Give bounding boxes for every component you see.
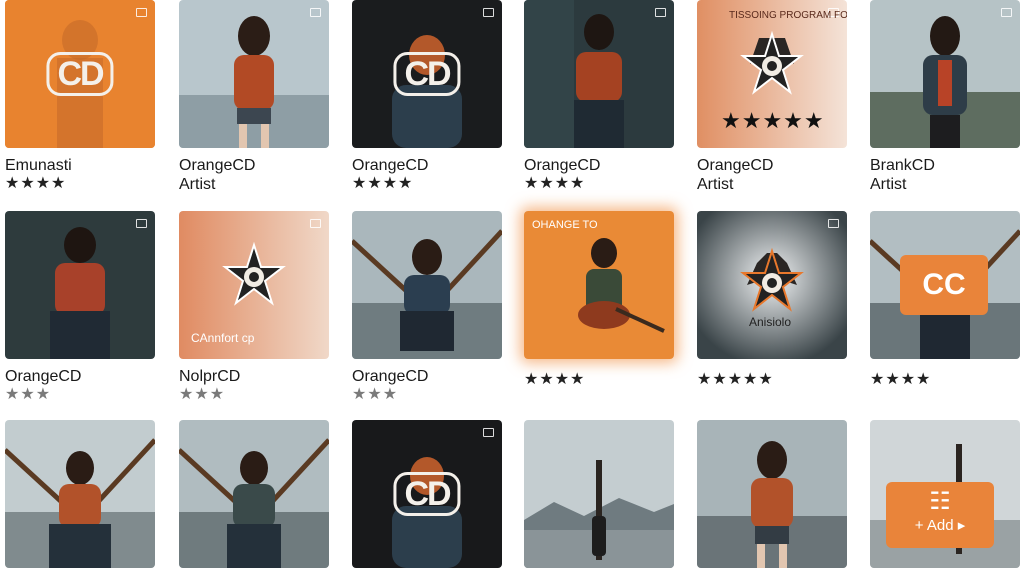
grid-badge-icon: [136, 8, 147, 17]
grid-badge-icon: [483, 8, 494, 17]
cover-art: [524, 420, 674, 568]
add-button-label: + Add ▸: [914, 517, 966, 534]
album-tile[interactable]: TISSOING PROGRAM FOR THIS ★★★★★ OrangeCD…: [697, 0, 847, 194]
album-title: NolprCD: [179, 368, 241, 385]
cover-art: [5, 420, 155, 568]
album-tile[interactable]: OrangeCD ★★★★: [524, 0, 674, 193]
album-tile[interactable]: [5, 420, 155, 568]
cover-star-rating: ★★★★★: [721, 108, 825, 133]
album-tile[interactable]: CC ★★★★: [870, 211, 1020, 389]
album-cover[interactable]: OHANGE TO: [524, 211, 674, 359]
cover-art: [697, 420, 847, 568]
album-tile[interactable]: [697, 420, 847, 568]
cover-art: [5, 211, 155, 359]
album-cover[interactable]: [5, 420, 155, 568]
album-cover[interactable]: CD: [352, 420, 502, 568]
album-cover[interactable]: [5, 211, 155, 359]
album-tile[interactable]: [179, 420, 329, 568]
album-cover[interactable]: CAnnfort cp: [179, 211, 329, 359]
album-tile[interactable]: CD Emunasti ★★★★: [5, 0, 155, 193]
album-artist: Artist: [179, 176, 216, 193]
album-tile[interactable]: Anisiolo ★★★★★: [697, 211, 847, 389]
star-rating[interactable]: ★★★: [5, 386, 155, 404]
cover-art: [524, 0, 674, 148]
album-cover[interactable]: ☷ + Add ▸: [870, 420, 1020, 568]
album-tile-selected[interactable]: OHANGE TO ★★★★: [524, 211, 674, 389]
grid-badge-icon: [136, 219, 147, 228]
album-artist: Artist: [870, 176, 907, 193]
star-rating[interactable]: ★★★★★: [697, 371, 847, 389]
album-cover[interactable]: [697, 420, 847, 568]
album-title: OrangeCD: [179, 157, 256, 174]
grid-badge-icon: [483, 428, 494, 437]
star-rating[interactable]: ★★★★: [870, 371, 1020, 389]
cover-art: [179, 420, 329, 568]
star-rating[interactable]: ★★★★: [524, 371, 674, 389]
cover-caption: TISSOING PROGRAM FOR THIS: [729, 10, 847, 21]
album-tile[interactable]: [524, 420, 674, 568]
album-tile[interactable]: CD: [352, 420, 502, 568]
album-cover[interactable]: CC: [870, 211, 1020, 359]
album-title: OrangeCD: [352, 157, 429, 174]
star-rating[interactable]: ★★★: [179, 386, 329, 404]
grid-badge-icon: [655, 8, 666, 17]
cover-art: [524, 211, 674, 359]
album-tile[interactable]: BrankCD Artist: [870, 0, 1020, 194]
cover-art: [870, 0, 1020, 148]
cd-logo: CC: [922, 268, 966, 301]
album-tile[interactable]: CAnnfort cp NolprCD ★★★: [179, 211, 329, 404]
album-artist: Artist: [697, 176, 734, 193]
cover-art: [352, 211, 502, 359]
grid-badge-icon: [310, 8, 321, 17]
cd-logo: CD: [393, 52, 461, 96]
album-tile[interactable]: OrangeCD ★★★: [5, 211, 155, 404]
album-cover[interactable]: [179, 0, 329, 148]
album-cover[interactable]: [179, 420, 329, 568]
album-cover[interactable]: [524, 420, 674, 568]
star-rating[interactable]: ★★★★: [352, 175, 502, 193]
album-tile[interactable]: CD OrangeCD ★★★★: [352, 0, 502, 193]
grid-badge-icon: [828, 219, 839, 228]
grid-badge-icon: [1001, 8, 1012, 17]
album-title: BrankCD: [870, 157, 935, 174]
album-title: OrangeCD: [524, 157, 601, 174]
cd-logo-box: CC: [900, 255, 988, 315]
album-cover[interactable]: CD: [352, 0, 502, 148]
album-cover[interactable]: [524, 0, 674, 148]
album-tile[interactable]: OrangeCD ★★★: [352, 211, 502, 404]
album-cover[interactable]: CD: [5, 0, 155, 148]
album-title: OrangeCD: [5, 368, 82, 385]
grid-add-icon: ☷: [929, 488, 951, 515]
add-button[interactable]: ☷ + Add ▸: [886, 482, 994, 548]
album-cover[interactable]: [870, 0, 1020, 148]
grid-badge-icon: [310, 219, 321, 228]
cover-art: [697, 211, 847, 359]
album-cover[interactable]: TISSOING PROGRAM FOR THIS ★★★★★: [697, 0, 847, 148]
star-rating[interactable]: ★★★★: [524, 175, 674, 193]
cover-caption: CAnnfort cp: [191, 331, 255, 345]
album-tile[interactable]: OrangeCD Artist: [179, 0, 329, 194]
cover-art: [179, 0, 329, 148]
album-title: OrangeCD: [352, 368, 429, 385]
album-cover[interactable]: [352, 211, 502, 359]
cover-caption: OHANGE TO: [532, 219, 598, 231]
album-cover[interactable]: Anisiolo: [697, 211, 847, 359]
cd-logo: CD: [46, 52, 114, 96]
star-rating[interactable]: ★★★: [352, 386, 502, 404]
cover-caption: Anisiolo: [749, 315, 792, 329]
star-rating[interactable]: ★★★★: [5, 175, 155, 193]
cd-logo: CD: [393, 472, 461, 516]
album-title: Emunasti: [5, 157, 72, 174]
album-title: OrangeCD: [697, 157, 774, 174]
album-tile[interactable]: ☷ + Add ▸: [870, 420, 1020, 568]
